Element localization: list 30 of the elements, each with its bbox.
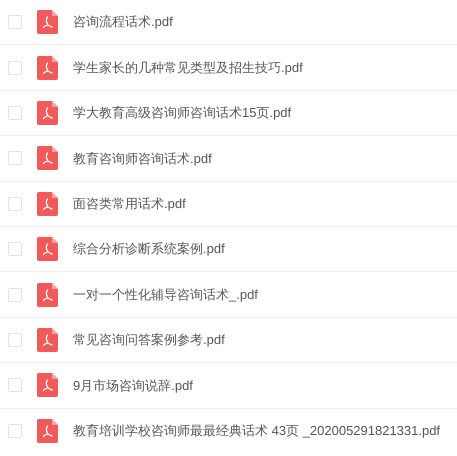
pdf-file-icon: [37, 237, 58, 262]
file-name[interactable]: 一对一个性化辅导咨询话术_.pdf: [73, 284, 258, 304]
pdf-file-icon: [37, 146, 58, 170]
checkbox[interactable]: [8, 242, 22, 256]
checkbox[interactable]: [8, 196, 22, 211]
file-name[interactable]: 教育培训学校咨询师最最经典话术 43页 _202005291821331.pdf: [73, 421, 440, 441]
pdf-file-icon: [37, 328, 58, 352]
pdf-file-icon: [37, 192, 58, 216]
checkbox[interactable]: [8, 288, 22, 302]
checkbox[interactable]: [8, 151, 22, 166]
pdf-file-icon: [37, 10, 58, 34]
pdf-file-icon: [37, 100, 58, 125]
pdf-file-icon: [37, 282, 58, 307]
checkbox[interactable]: [8, 332, 22, 347]
file-name[interactable]: 常见咨询问答案例参考.pdf: [73, 330, 225, 350]
checkbox[interactable]: [8, 378, 22, 392]
checkbox[interactable]: [8, 15, 22, 30]
pdf-file-icon: [37, 373, 58, 398]
file-name[interactable]: 综合分析诊断系统案例.pdf: [73, 239, 225, 259]
pdf-file-icon: [37, 419, 58, 444]
checkbox[interactable]: [8, 106, 22, 120]
checkbox[interactable]: [8, 424, 22, 438]
file-name[interactable]: 9月市场咨询说辞.pdf: [73, 376, 193, 396]
file-name[interactable]: 学大教育高级咨询师咨询话术15页.pdf: [73, 103, 292, 123]
file-name[interactable]: 学生家长的几种常见类型及招生技巧.pdf: [73, 58, 303, 78]
file-name[interactable]: 咨询流程话术.pdf: [73, 12, 173, 32]
file-name[interactable]: 面咨类常用话术.pdf: [73, 194, 186, 214]
pdf-file-icon: [37, 56, 58, 80]
checkbox[interactable]: [8, 60, 22, 75]
file-name[interactable]: 教育咨询师咨询话术.pdf: [73, 148, 212, 168]
